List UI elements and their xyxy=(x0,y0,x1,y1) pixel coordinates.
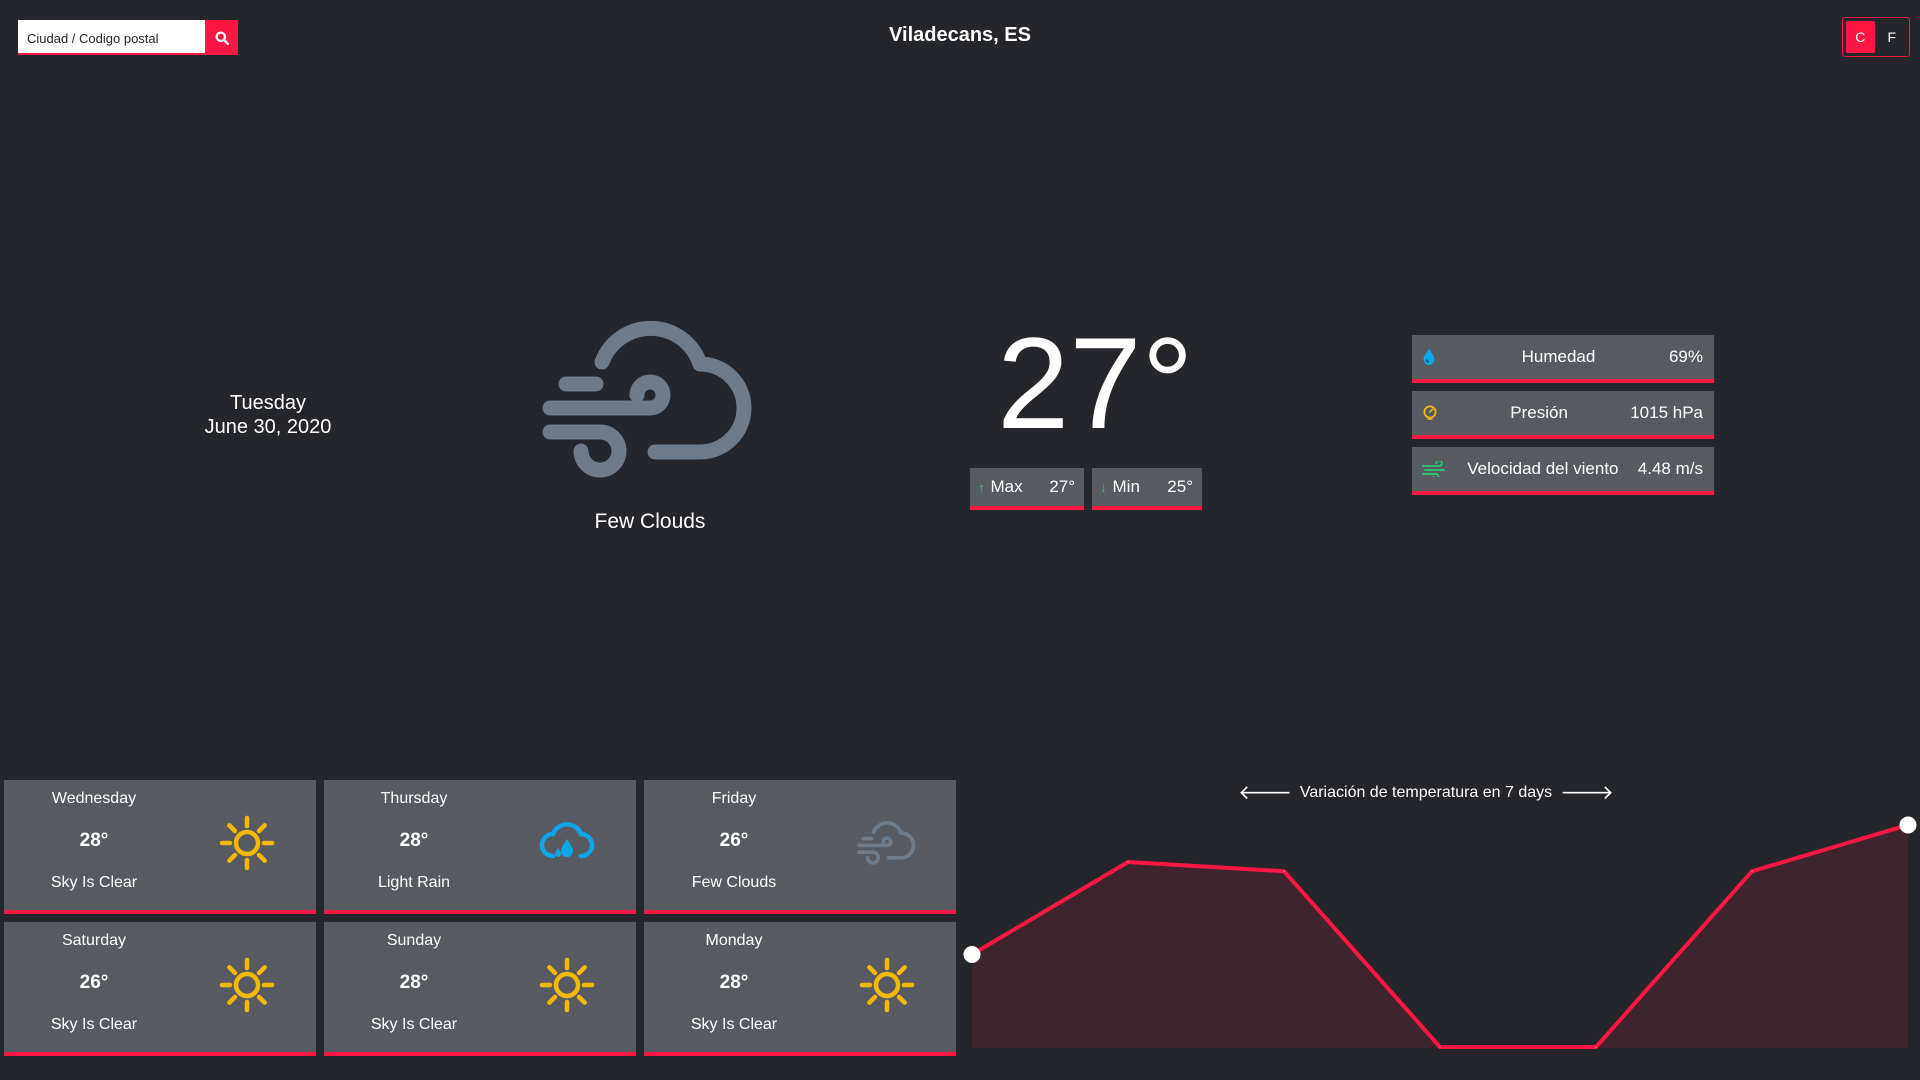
forecast-temp: 28° xyxy=(399,972,429,993)
current-date: Tuesday June 30, 2020 xyxy=(168,391,368,439)
stat-humidity-label: Humedad xyxy=(1521,347,1596,366)
forecast-card-sunday[interactable]: Sunday 28° Sky Is Clear xyxy=(324,922,636,1056)
forecast-card-thursday[interactable]: Thursday 28° Light Rain xyxy=(324,780,636,914)
stat-wind: Velocidad del viento 4.48 m/s xyxy=(1412,447,1714,495)
forecast-desc: Sky Is Clear xyxy=(50,874,138,891)
forecast-desc: Light Rain xyxy=(377,874,451,891)
forecast-temp: 26° xyxy=(79,972,109,993)
forecast-card-friday[interactable]: Friday 26° Few Clouds xyxy=(644,780,956,914)
stat-pressure: Presión 1015 hPa xyxy=(1412,391,1714,439)
forecast-card-monday[interactable]: Monday 28° Sky Is Clear xyxy=(644,922,956,1056)
temperature-chart xyxy=(963,816,1917,1049)
chart-area xyxy=(972,825,1908,1048)
sun-icon xyxy=(219,957,275,1013)
unit-toggle: C F xyxy=(1842,17,1910,57)
stat-wind-label: Velocidad del viento xyxy=(1467,459,1619,478)
max-temp-box: ↑ Max 27° xyxy=(970,468,1084,510)
droplet-icon xyxy=(1423,349,1435,365)
gauge-icon xyxy=(1423,405,1437,420)
wind-cloud-icon xyxy=(542,320,752,478)
max-value: 27° xyxy=(1049,477,1075,496)
sun-icon xyxy=(219,815,275,871)
stat-pressure-value: 1015 hPa xyxy=(1630,403,1703,422)
forecast-day: Friday xyxy=(711,790,757,807)
rain-cloud-icon xyxy=(539,822,595,859)
current-day: Tuesday xyxy=(230,392,306,414)
chart-point-1 xyxy=(963,946,981,963)
forecast-day: Monday xyxy=(705,932,763,949)
forecast-desc: Sky Is Clear xyxy=(50,1016,138,1033)
forecast-grid: Wednesday 28° Sky Is Clear Thursday 28° … xyxy=(4,780,956,1056)
forecast-temp: 28° xyxy=(719,972,749,993)
current-description: Few Clouds xyxy=(594,510,706,533)
min-value: 25° xyxy=(1167,477,1193,496)
min-temp-box: ↓ Min 25° xyxy=(1092,468,1202,510)
forecast-temp: 26° xyxy=(719,830,749,851)
arrow-down-icon: ↓ xyxy=(1100,479,1107,495)
forecast-day: Saturday xyxy=(61,932,127,949)
celsius-button[interactable]: C xyxy=(1846,21,1875,53)
wind-cloud-icon xyxy=(856,821,916,865)
location-title: Viladecans, ES xyxy=(889,24,1031,46)
forecast-desc: Sky Is Clear xyxy=(690,1016,778,1033)
chart-point-7 xyxy=(1899,816,1917,834)
stat-humidity-value: 69% xyxy=(1668,347,1703,366)
fahrenheit-button[interactable]: F xyxy=(1878,21,1907,53)
forecast-card-saturday[interactable]: Saturday 26° Sky Is Clear xyxy=(4,922,316,1056)
sun-icon xyxy=(539,957,595,1013)
min-max-panel: ↑ Max 27° ↓ Min 25° xyxy=(970,468,1202,510)
current-full-date: June 30, 2020 xyxy=(204,416,332,438)
forecast-temp: 28° xyxy=(79,830,109,851)
current-temperature: 27° xyxy=(997,310,1194,456)
forecast-temp: 28° xyxy=(399,830,429,851)
forecast-card-wednesday[interactable]: Wednesday 28° Sky Is Clear xyxy=(4,780,316,914)
weather-stats: Humedad 69% Presión 1015 hPa Velocidad d… xyxy=(1412,335,1714,503)
forecast-desc: Sky Is Clear xyxy=(370,1016,458,1033)
wind-icon xyxy=(1422,461,1445,477)
min-label: Min xyxy=(1112,477,1140,496)
arrow-up-icon: ↑ xyxy=(978,479,985,495)
forecast-desc: Few Clouds xyxy=(691,874,777,891)
forecast-day: Thursday xyxy=(380,790,448,807)
stat-pressure-label: Presión xyxy=(1510,403,1568,422)
stat-wind-value: 4.48 m/s xyxy=(1637,459,1703,478)
sun-icon xyxy=(859,957,915,1013)
max-label: Max xyxy=(990,477,1023,496)
forecast-day: Wednesday xyxy=(51,790,137,807)
stat-humidity: Humedad 69% xyxy=(1412,335,1714,383)
forecast-day: Sunday xyxy=(386,932,442,949)
